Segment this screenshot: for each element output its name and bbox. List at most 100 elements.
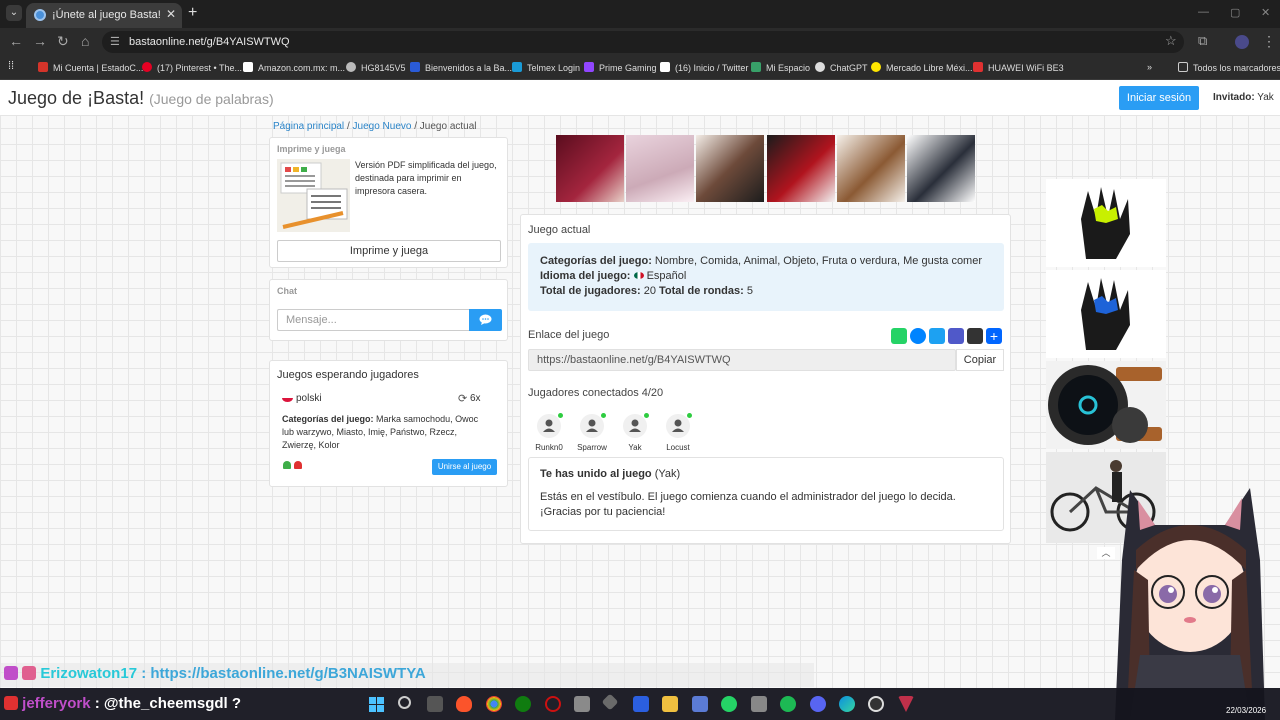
print-preview-image[interactable] (277, 159, 350, 232)
ad-product-image[interactable] (696, 135, 764, 202)
bookmark-item[interactable]: Prime Gaming (584, 62, 657, 73)
copy-link-button[interactable]: Copiar (956, 349, 1004, 371)
home-icon[interactable]: ⌂ (81, 33, 89, 49)
breadcrumb-home[interactable]: Página principal (273, 121, 344, 132)
joined-message: Estás en el vestíbulo. El juego comienza… (540, 491, 956, 518)
player-card: Yak (613, 413, 657, 452)
waiting-games-title: Juegos esperando jugadores (277, 369, 419, 381)
site-title[interactable]: Juego de ¡Basta! (Juego de palabras) (8, 88, 274, 109)
refresh-icon: ⟳ (458, 393, 468, 405)
ad-product-image[interactable] (767, 135, 835, 202)
discord-icon[interactable] (810, 696, 826, 712)
user-icon (623, 413, 649, 438)
extensions-icon[interactable]: ⧉ (1198, 33, 1207, 49)
bookmark-item[interactable]: Amazon.com.mx: m... (243, 62, 345, 73)
chat-message-input[interactable]: Mensaje... (277, 309, 469, 331)
bookmark-item[interactable]: Mi Espacio (751, 62, 810, 73)
site-header: Juego de ¡Basta! (Juego de palabras) Ini… (0, 80, 1280, 116)
xbox-icon[interactable] (515, 696, 531, 712)
photoshop-icon[interactable] (633, 696, 649, 712)
bookmark-item[interactable]: HUAWEI WiFi BE3 (973, 62, 1064, 73)
tab-title: ¡Únete al juego Basta! (52, 9, 161, 21)
login-button[interactable]: Iniciar sesión (1119, 86, 1199, 110)
game-link-field[interactable]: https://bastaonline.net/g/B4YAISWTWQ (528, 349, 956, 371)
back-icon[interactable]: ← (9, 33, 23, 49)
join-game-button[interactable]: Unirse al juego (432, 459, 497, 475)
teams-icon[interactable] (948, 328, 964, 344)
store-icon[interactable] (574, 696, 590, 712)
whatsapp-icon[interactable] (721, 696, 737, 712)
ad-gloves-image[interactable] (1046, 179, 1166, 267)
ad-product-image[interactable] (626, 135, 694, 202)
whatsapp-icon[interactable] (891, 328, 907, 344)
maximize-icon[interactable]: ▢ (1230, 6, 1240, 19)
chat-send-button[interactable] (469, 309, 502, 331)
ad-product-image[interactable] (556, 135, 624, 202)
print-and-play-button[interactable]: Imprime y juega (277, 240, 501, 262)
player-name: Sparrow (577, 443, 607, 452)
window-close-icon[interactable]: ✕ (1261, 6, 1270, 19)
ad-gloves-image[interactable] (1046, 270, 1166, 358)
breadcrumb-new-game[interactable]: Juego Nuevo (353, 121, 412, 132)
share-plus-icon[interactable]: + (986, 328, 1002, 344)
chat-message-text: : @the_cheemsgdl ? (94, 695, 242, 712)
bookmark-item[interactable]: (17) Pinterest • The... (142, 62, 242, 73)
player-card: Sparrow (570, 413, 614, 452)
browser-tabbar: ⌄ ¡Únete al juego Basta! ✕ + — ▢ ✕ (0, 0, 1280, 28)
player-name: Yak (628, 443, 642, 452)
search-icon[interactable] (398, 696, 411, 709)
ad-product-image[interactable] (837, 135, 905, 202)
more-bookmarks-icon[interactable]: » (1147, 62, 1152, 72)
forward-icon[interactable]: → (33, 33, 47, 49)
current-game-panel: Juego actual Categorías del juego: Nombr… (520, 214, 1011, 544)
breadcrumb: Página principal / Juego Nuevo / Juego a… (273, 121, 477, 132)
bookmark-star-icon[interactable]: ☆ (1165, 33, 1177, 49)
messenger-icon[interactable] (910, 328, 926, 344)
bookmark-item[interactable]: Bienvenidos a la Ba... (410, 62, 512, 73)
windows-start-icon[interactable] (369, 697, 384, 712)
connected-players-label: Jugadores conectados 4/20 (528, 387, 664, 399)
task-view-icon[interactable] (427, 696, 443, 712)
twitter-icon[interactable] (929, 328, 945, 344)
app-icon[interactable] (692, 696, 708, 712)
url-text[interactable]: bastaonline.net/g/B4YAISWTWQ (129, 36, 290, 48)
spotify-icon[interactable] (780, 696, 796, 712)
new-tab-icon[interactable]: + (188, 4, 197, 22)
reload-icon[interactable]: ↻ (57, 33, 69, 50)
snapchat-icon[interactable] (967, 328, 983, 344)
poland-flag-icon (282, 394, 293, 402)
chrome-icon[interactable] (486, 696, 502, 712)
player-card: Locust (656, 413, 700, 452)
bookmark-item[interactable]: Mi Cuenta | EstadoC... (38, 62, 143, 73)
close-icon[interactable]: ✕ (166, 7, 176, 21)
app-icon[interactable] (751, 696, 767, 712)
brave-icon[interactable] (456, 696, 472, 712)
opera-icon[interactable] (545, 696, 561, 712)
bookmark-item[interactable]: ChatGPT (815, 62, 868, 73)
game-player-count: 6x (470, 393, 481, 404)
streamer-avatar (1115, 488, 1265, 720)
minimize-icon[interactable]: — (1198, 6, 1209, 18)
game-categories: Categorías del juego: Marka samochodu, O… (282, 414, 479, 450)
user-icon (580, 413, 606, 438)
ad-product-image[interactable] (907, 135, 975, 202)
tab-search-icon[interactable]: ⌄ (6, 5, 22, 21)
all-bookmarks[interactable]: Todos los marcadores (1178, 62, 1280, 73)
apps-icon[interactable]: ⁞⁞ (8, 60, 14, 72)
site-info-icon[interactable]: ☰ (110, 35, 120, 48)
print-description: Versión PDF simplificada del juego, dest… (355, 160, 497, 196)
folder-icon[interactable] (662, 696, 678, 712)
ad-watch-image[interactable] (1046, 361, 1166, 449)
menu-icon[interactable]: ⋮ (1262, 33, 1276, 50)
obs-icon[interactable] (868, 696, 884, 712)
edge-icon[interactable] (839, 696, 855, 712)
bookmark-item[interactable]: (16) Inicio / Twitter (660, 62, 748, 73)
bookmark-item[interactable]: Mercado Libre Méxi... (871, 62, 973, 73)
profile-avatar[interactable] (1235, 35, 1249, 49)
taskbar-date: 22/03/2026 (1226, 706, 1267, 715)
bookmark-item[interactable]: Telmex Login (512, 62, 580, 73)
url-bar[interactable]: ☰ bastaonline.net/g/B4YAISWTWQ (102, 31, 1184, 53)
chat-bubble-icon (479, 314, 492, 325)
browser-tab[interactable]: ¡Únete al juego Basta! ✕ (26, 3, 182, 28)
bookmark-item[interactable]: HG8145V5 (346, 62, 406, 73)
